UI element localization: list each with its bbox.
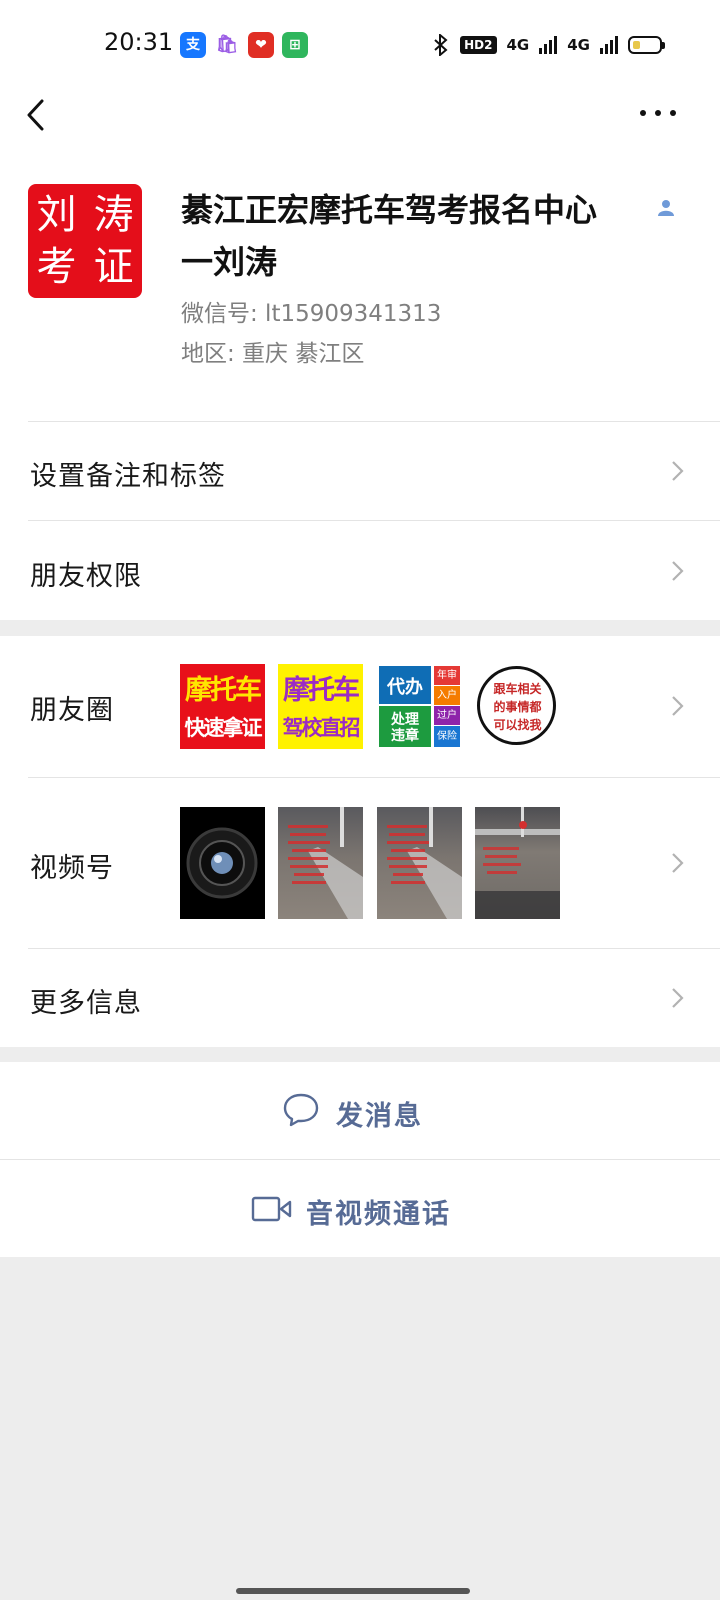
person-icon <box>658 200 674 216</box>
camera-lens-image <box>186 827 258 899</box>
road-scene-image <box>288 807 363 919</box>
status-time: 20:31 <box>104 28 174 56</box>
avatar-char: 考 <box>36 244 77 290</box>
avatar-char: 证 <box>93 244 134 290</box>
remark-tags-label: 设置备注和标签 <box>30 461 226 492</box>
video-call-label: 音视频通话 <box>306 1199 451 1230</box>
hd-badge: HD2 <box>460 36 497 54</box>
remark-tags-row[interactable]: 设置备注和标签 <box>0 422 720 520</box>
thumb-text: 可以找我 <box>493 718 542 732</box>
thumb-text: 处理违章 <box>391 712 419 744</box>
chevron-right-icon <box>672 988 684 1008</box>
channel-thumb[interactable] <box>180 807 265 919</box>
contact-name: 綦江正宏摩托车驾考报名中心 一刘涛 <box>181 184 661 288</box>
channels-label: 视频号 <box>30 853 114 884</box>
signal-icon-2 <box>600 36 618 54</box>
moments-thumb[interactable]: 摩托车 快速拿证 <box>180 664 265 749</box>
thumb-text: 的事情都 <box>493 700 542 714</box>
more-icon[interactable] <box>640 106 676 120</box>
chevron-right-icon <box>672 461 684 481</box>
video-camera-icon <box>251 1196 292 1222</box>
network-label-1: 4G <box>506 36 530 54</box>
channel-thumb[interactable] <box>475 807 560 919</box>
signal-icon <box>539 36 558 54</box>
more-info-row[interactable]: 更多信息 <box>0 949 720 1047</box>
thumb-side-label: 保险 <box>434 726 460 747</box>
channel-thumb[interactable] <box>377 807 462 919</box>
alipay-icon: 支 <box>180 32 206 58</box>
friend-permissions-label: 朋友权限 <box>30 561 142 592</box>
bag-app-icon: ⊞ <box>282 32 308 58</box>
video-call-button[interactable]: 音视频通话 <box>0 1160 720 1257</box>
thumb-side-label: 过户 <box>434 706 460 725</box>
avatar[interactable]: 刘 涛 考 证 <box>28 184 142 298</box>
battery-icon <box>628 36 665 54</box>
more-info-label: 更多信息 <box>30 988 142 1019</box>
moments-thumb[interactable]: 摩托车 驾校直招 <box>278 664 363 749</box>
battery-fill <box>633 41 640 49</box>
chevron-right-icon <box>672 853 684 873</box>
send-message-button[interactable]: 发消息 <box>0 1062 720 1159</box>
thumb-text: 跟车相关 <box>493 682 542 696</box>
avatar-char: 涛 <box>93 192 134 238</box>
contact-name-line1: 綦江正宏摩托车驾考报名中心 <box>181 191 598 229</box>
chevron-right-icon <box>672 561 684 581</box>
thumb-text: 代办 <box>387 677 423 698</box>
moments-thumb[interactable]: 跟车相关 的事情都 可以找我 <box>475 664 560 749</box>
chevron-right-icon <box>672 696 684 716</box>
contact-name-line2: 一刘涛 <box>181 243 278 281</box>
shopping-bag-icon: 🛍 <box>214 32 240 58</box>
thumb-text: 摩托车 <box>185 675 262 706</box>
moments-thumb[interactable]: 代办 处理违章 年审 入户 过户 保险 <box>377 664 462 749</box>
back-icon[interactable] <box>24 98 52 132</box>
bluetooth-icon <box>434 34 448 56</box>
friend-permissions-row[interactable]: 朋友权限 <box>0 521 720 620</box>
pinduoduo-icon: ❤ <box>248 32 274 58</box>
home-indicator[interactable] <box>236 1588 470 1594</box>
channel-thumb[interactable] <box>278 807 363 919</box>
thumb-text: 驾校直招 <box>282 716 361 740</box>
avatar-char: 刘 <box>36 192 77 238</box>
region: 地区: 重庆 綦江区 <box>181 341 365 367</box>
thumb-text: 快速拿证 <box>184 716 263 740</box>
nav-bar <box>0 90 720 160</box>
wechat-id: 微信号: lt15909341313 <box>181 301 442 327</box>
network-label-2: 4G <box>567 36 590 54</box>
status-right-group: HD2 4G 4G <box>432 32 665 58</box>
thumb-text: 摩托车 <box>283 675 360 706</box>
road-scene-image <box>475 807 560 919</box>
thumb-side-label: 年审 <box>434 666 460 685</box>
moments-label: 朋友圈 <box>30 695 114 726</box>
road-scene-image <box>387 807 462 919</box>
thumb-side-label: 入户 <box>434 686 460 705</box>
chat-bubble-icon <box>283 1093 319 1127</box>
send-message-label: 发消息 <box>336 1101 423 1132</box>
